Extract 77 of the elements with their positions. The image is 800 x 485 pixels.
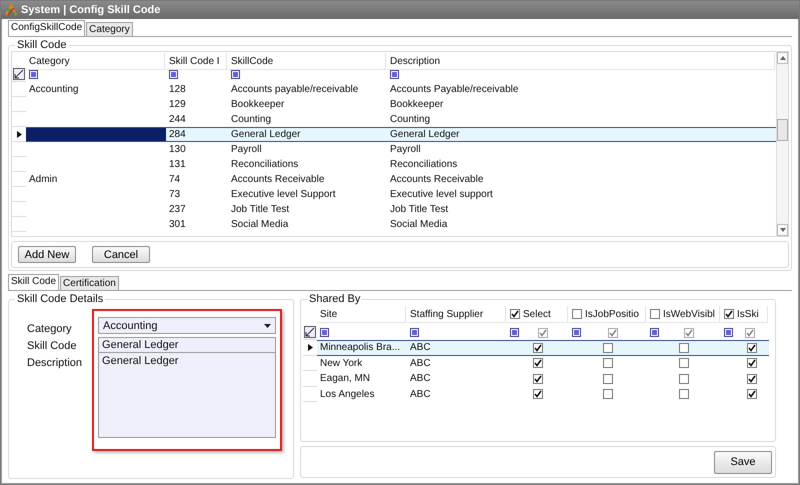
checkbox[interactable] [747,358,757,368]
column-header[interactable]: Select [507,306,568,323]
column-header[interactable]: Staffing Supplier [407,306,506,323]
field-label: Category [27,323,73,335]
description-field[interactable]: General Ledger [98,353,276,438]
window-title: System | Config Skill Code [21,4,160,16]
checkbox[interactable] [608,328,618,338]
checkbox[interactable] [572,309,582,319]
column-header[interactable]: Site [317,306,406,323]
column-header[interactable]: Category [26,53,165,70]
app-logo-icon [5,4,17,16]
checkbox[interactable] [679,389,689,400]
checkbox[interactable] [684,328,694,338]
checkbox[interactable] [747,342,757,353]
row-pointer-icon [308,344,312,351]
filter-icon[interactable] [231,70,240,79]
filter-icon[interactable] [169,70,178,79]
checkbox[interactable] [533,389,543,400]
caret-icon [264,324,272,328]
tab[interactable]: Certification [60,276,119,290]
checkbox[interactable] [679,358,689,368]
group-title: Skill Code Details [16,293,104,305]
button[interactable]: Add New [18,246,76,263]
filter-icon[interactable] [410,328,419,337]
scroll-down-icon[interactable] [780,228,786,232]
row-pointer-icon [16,130,22,138]
checkbox[interactable] [510,309,520,319]
checkbox[interactable] [603,374,613,384]
tab[interactable]: ConfigSkillCode [8,20,86,36]
checkbox[interactable] [747,374,757,384]
column-header[interactable]: Description [387,53,775,70]
scroll-thumb[interactable] [777,119,788,141]
checkbox[interactable] [747,389,757,400]
checkbox[interactable] [679,342,689,353]
checkbox[interactable] [603,342,613,353]
table-cell: General Ledger [387,127,776,142]
checkbox[interactable] [679,374,689,384]
field-label: Skill Code [27,340,78,352]
selected-cell[interactable] [26,127,166,142]
column-header[interactable]: Skill Code I [166,53,227,70]
filter-icon[interactable] [29,70,38,79]
filter-icon[interactable] [724,328,733,337]
checkbox[interactable] [650,309,660,319]
group-title: Shared By [308,293,362,305]
filter-icon[interactable] [390,70,399,79]
column-header[interactable]: SkillCode [228,53,386,70]
table-cell: General Ledger [228,127,387,142]
checkbox[interactable] [724,309,734,319]
checkbox[interactable] [533,358,543,368]
edit-filter-icon[interactable] [304,326,316,338]
category-dropdown[interactable]: Accounting [98,317,276,334]
table-cell: 284 [166,127,228,142]
scroll-up-icon[interactable] [780,56,786,60]
skill-code-field[interactable]: General Ledger [98,337,276,353]
edit-filter-icon[interactable] [13,68,25,80]
scrollbar[interactable] [776,52,788,236]
checkbox[interactable] [533,342,543,353]
filter-icon[interactable] [572,328,581,337]
table-cell: ABC [407,340,507,356]
checkbox[interactable] [603,389,613,400]
filter-icon[interactable] [650,328,659,337]
button[interactable]: Cancel [92,246,150,263]
field-label: Description [27,357,82,369]
save-button[interactable]: Save [714,450,772,474]
checkbox[interactable] [533,374,543,384]
column-header[interactable]: IsJobPositio [569,306,646,323]
checkbox[interactable] [744,328,754,338]
column-header[interactable]: IsSki [721,306,768,323]
filter-icon[interactable] [320,328,329,337]
tab[interactable]: Category [86,22,133,36]
column-header[interactable]: IsWebVisibl [647,306,720,323]
tab[interactable]: Skill Code [8,274,60,290]
table-cell: Minneapolis Bra... [317,340,407,356]
checkbox[interactable] [603,358,613,368]
filter-icon[interactable] [510,328,519,337]
checkbox[interactable] [538,328,548,338]
group-title: Skill Code [16,39,68,51]
